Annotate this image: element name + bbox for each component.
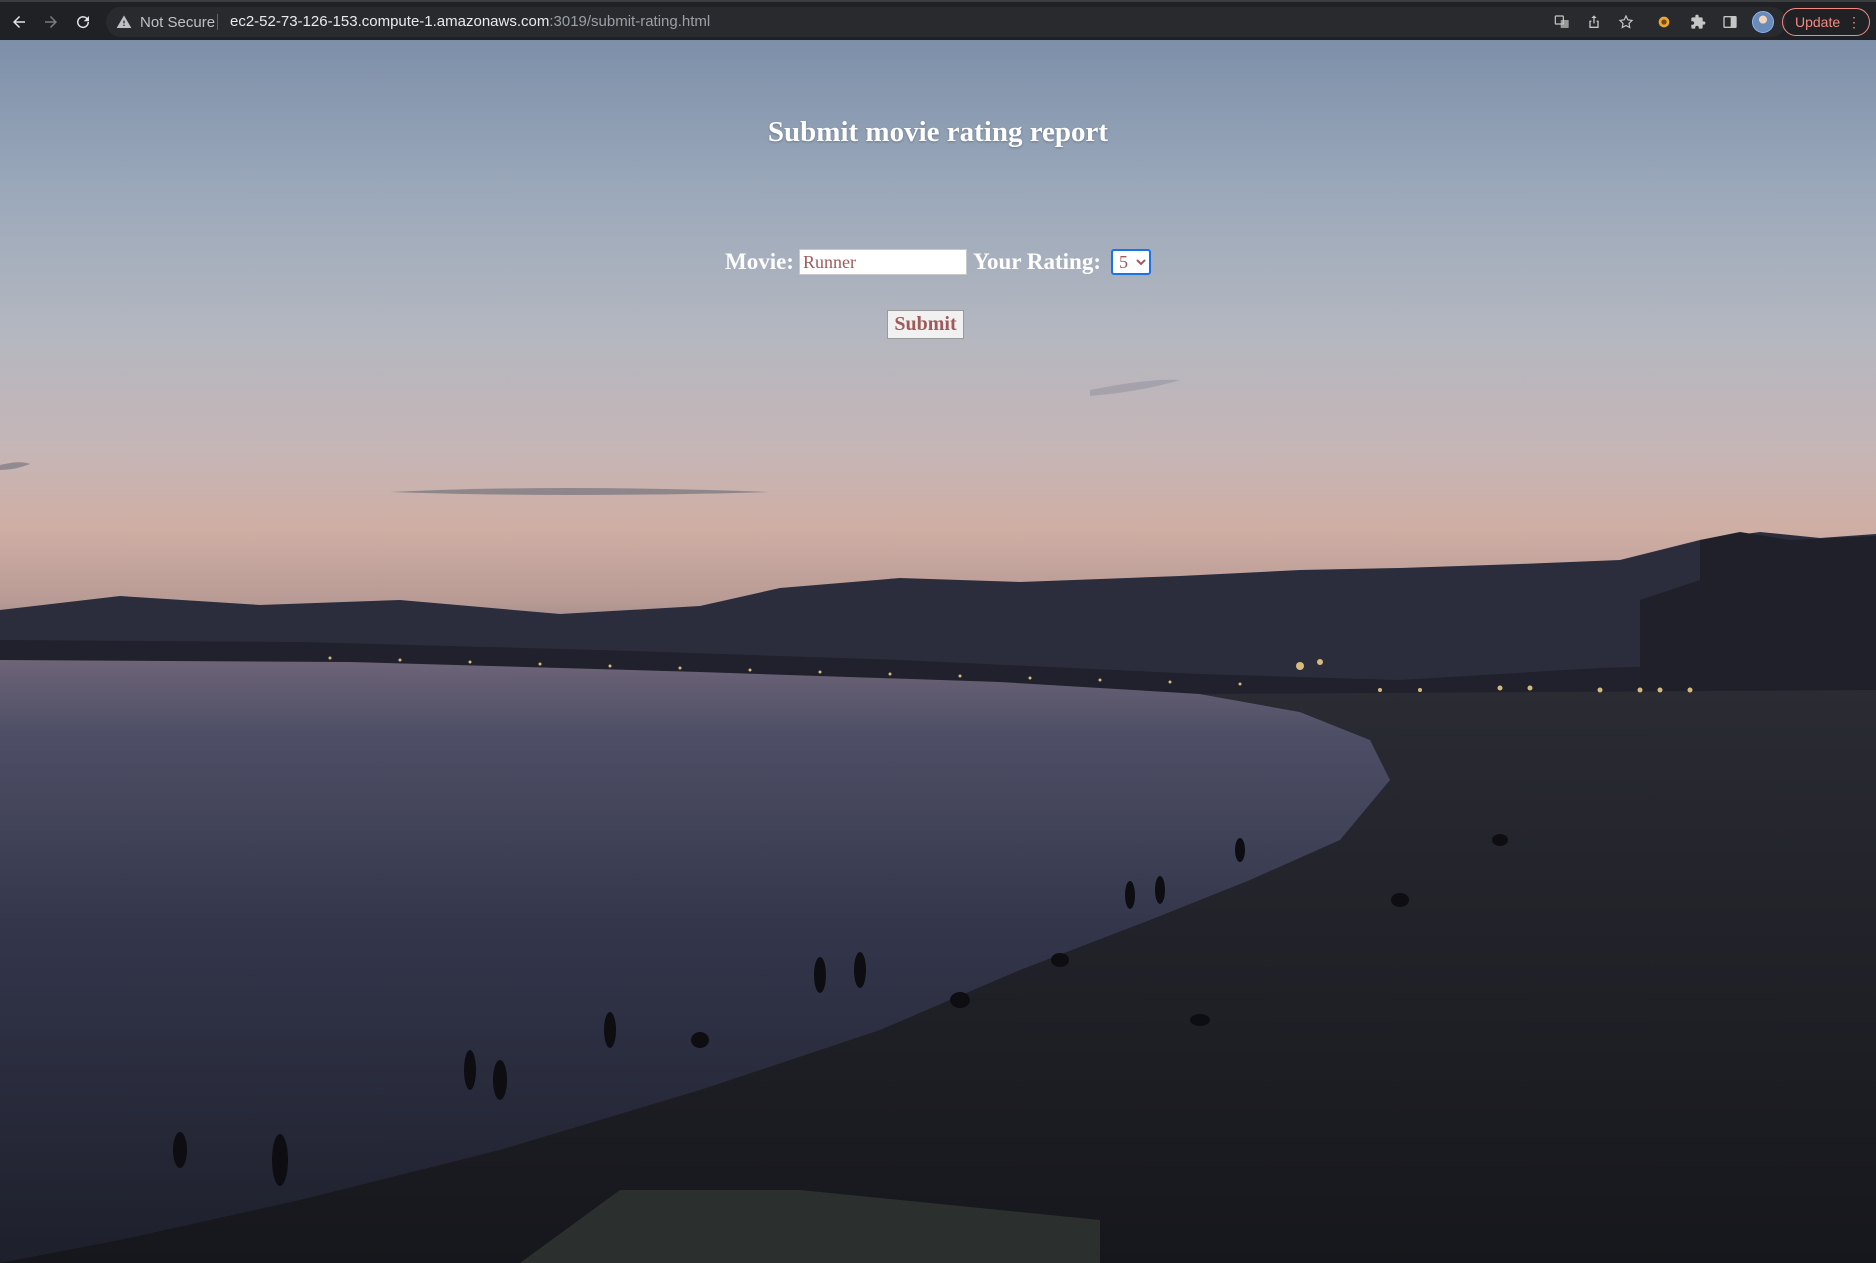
extension-icon[interactable]: [1652, 10, 1676, 34]
browser-toolbar: Not Secure ec2-52-73-126-153.compute-1.a…: [0, 0, 1876, 40]
warning-triangle-icon: [116, 15, 132, 28]
puzzle-icon[interactable]: [1686, 10, 1710, 34]
address-bar[interactable]: Not Secure ec2-52-73-126-153.compute-1.a…: [106, 7, 1786, 37]
page-title: Submit movie rating report: [767, 116, 1109, 148]
forward-arrow-icon[interactable]: [38, 9, 64, 35]
update-label: Update: [1795, 14, 1841, 30]
bookmark-star-icon[interactable]: [1614, 10, 1638, 34]
share-icon[interactable]: [1582, 10, 1606, 34]
submit-button[interactable]: Submit: [887, 310, 964, 339]
movie-input[interactable]: [798, 249, 967, 275]
back-arrow-icon[interactable]: [6, 9, 32, 35]
update-button[interactable]: Update ⋮: [1782, 8, 1870, 36]
movie-label: Movie:: [725, 249, 794, 274]
rating-form: Movie: Your Rating: 5: [0, 247, 1876, 277]
menu-dots-icon[interactable]: ⋮: [1847, 13, 1861, 31]
rating-label: Your Rating:: [972, 249, 1101, 274]
security-indicator[interactable]: Not Secure: [116, 13, 215, 31]
side-panel-icon[interactable]: [1718, 10, 1742, 34]
rating-select[interactable]: 5: [1110, 249, 1151, 275]
profile-avatar-icon[interactable]: [1752, 11, 1774, 33]
url-path: :3019/submit-rating.html: [549, 13, 711, 30]
reload-icon[interactable]: [70, 9, 96, 35]
security-label: Not Secure: [140, 13, 216, 31]
url-host: ec2-52-73-126-153.compute-1.amazonaws.co…: [230, 13, 550, 30]
background-photo: [0, 379, 1876, 1263]
translate-icon[interactable]: [1550, 10, 1574, 34]
page-viewport: Submit movie rating report Movie: Your R…: [0, 40, 1876, 1263]
url-text[interactable]: ec2-52-73-126-153.compute-1.amazonaws.co…: [230, 13, 710, 31]
omnibox-divider: [217, 14, 218, 30]
